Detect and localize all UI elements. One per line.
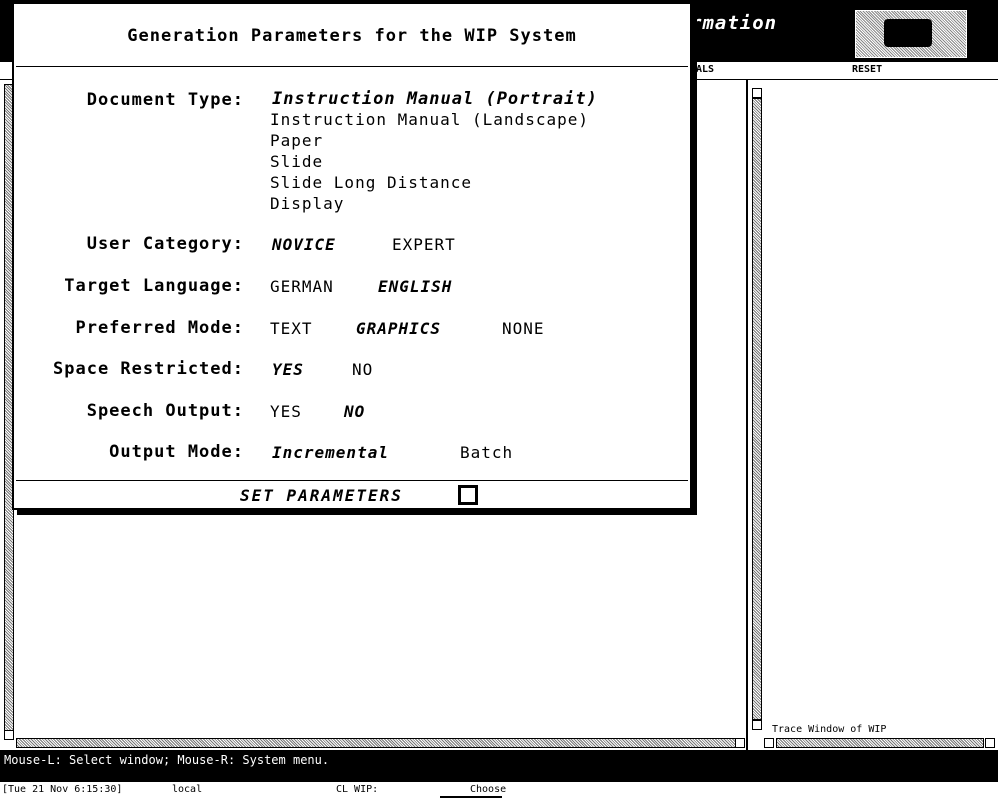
option-speech-no[interactable]: NO — [344, 402, 365, 421]
option-text[interactable]: TEXT — [270, 319, 313, 338]
option-speech-yes[interactable]: YES — [270, 402, 302, 421]
option-instruction-manual-landscape[interactable]: Instruction Manual (Landscape) — [270, 110, 589, 129]
space-restricted-label: Space Restricted: — [53, 359, 244, 379]
mouse-help-text: Mouse-L: Select window; Mouse-R: System … — [4, 753, 330, 767]
option-paper[interactable]: Paper — [270, 131, 323, 150]
set-parameters-button[interactable]: SET PARAMETERS — [240, 486, 403, 505]
right-hscroll-end[interactable] — [985, 738, 995, 748]
target-language-label: Target Language: — [64, 276, 244, 296]
set-parameters-checkbox-icon[interactable] — [458, 485, 478, 505]
option-graphics[interactable]: GRAPHICS — [356, 319, 441, 338]
option-novice[interactable]: NOVICE — [272, 235, 336, 254]
option-none[interactable]: NONE — [502, 319, 545, 338]
logo-mark-icon — [884, 19, 932, 47]
host-label: local — [172, 784, 203, 795]
left-hscroll-end[interactable] — [735, 738, 745, 748]
right-hscroll-start[interactable] — [764, 738, 774, 748]
option-instruction-manual-portrait[interactable]: Instruction Manual (Portrait) — [272, 89, 598, 109]
clock: [Tue 21 Nov 6:15:30] — [2, 784, 123, 795]
speech-output-label: Speech Output: — [86, 401, 244, 421]
menu-item-goals[interactable]: OALS — [690, 64, 714, 75]
option-space-yes[interactable]: YES — [272, 360, 304, 379]
footer-divider — [16, 480, 688, 481]
option-display[interactable]: Display — [270, 194, 344, 213]
generation-parameters-dialog: Generation Parameters for the WIP System… — [12, 2, 692, 510]
pane-divider — [746, 80, 748, 750]
preferred-mode-label: Preferred Mode: — [75, 318, 244, 338]
option-space-no[interactable]: NO — [352, 360, 373, 379]
status-line: [Tue 21 Nov 6:15:30] local CL WIP: Choos… — [0, 782, 998, 798]
option-batch[interactable]: Batch — [460, 443, 513, 462]
option-slide-long-distance[interactable]: Slide Long Distance — [270, 173, 472, 192]
left-scroll-thumb[interactable] — [4, 730, 14, 740]
dfki-logo — [855, 10, 967, 58]
option-german[interactable]: GERMAN — [270, 277, 334, 296]
app-title: rmation — [690, 12, 778, 34]
right-vertical-scrollbar[interactable] — [752, 98, 762, 720]
option-incremental[interactable]: Incremental — [272, 443, 389, 462]
option-slide[interactable]: Slide — [270, 152, 323, 171]
dialog-title: Generation Parameters for the WIP System — [127, 26, 577, 46]
process-state: Choose — [470, 784, 507, 795]
right-scroll-thumb[interactable] — [752, 88, 762, 98]
title-divider — [16, 66, 688, 67]
menu-item-reset[interactable]: RESET — [852, 64, 882, 75]
left-horizontal-scrollbar[interactable] — [16, 738, 740, 748]
trace-window-label: Trace Window of WIP — [772, 724, 887, 735]
right-horizontal-scrollbar[interactable] — [776, 738, 984, 748]
package-label: CL WIP: — [336, 784, 379, 795]
right-scroll-bottom[interactable] — [752, 720, 762, 730]
document-type-label: Document Type: — [86, 90, 244, 110]
user-category-label: User Category: — [86, 234, 244, 254]
output-mode-label: Output Mode: — [109, 442, 244, 462]
option-expert[interactable]: EXPERT — [392, 235, 456, 254]
option-english[interactable]: ENGLISH — [378, 277, 452, 296]
